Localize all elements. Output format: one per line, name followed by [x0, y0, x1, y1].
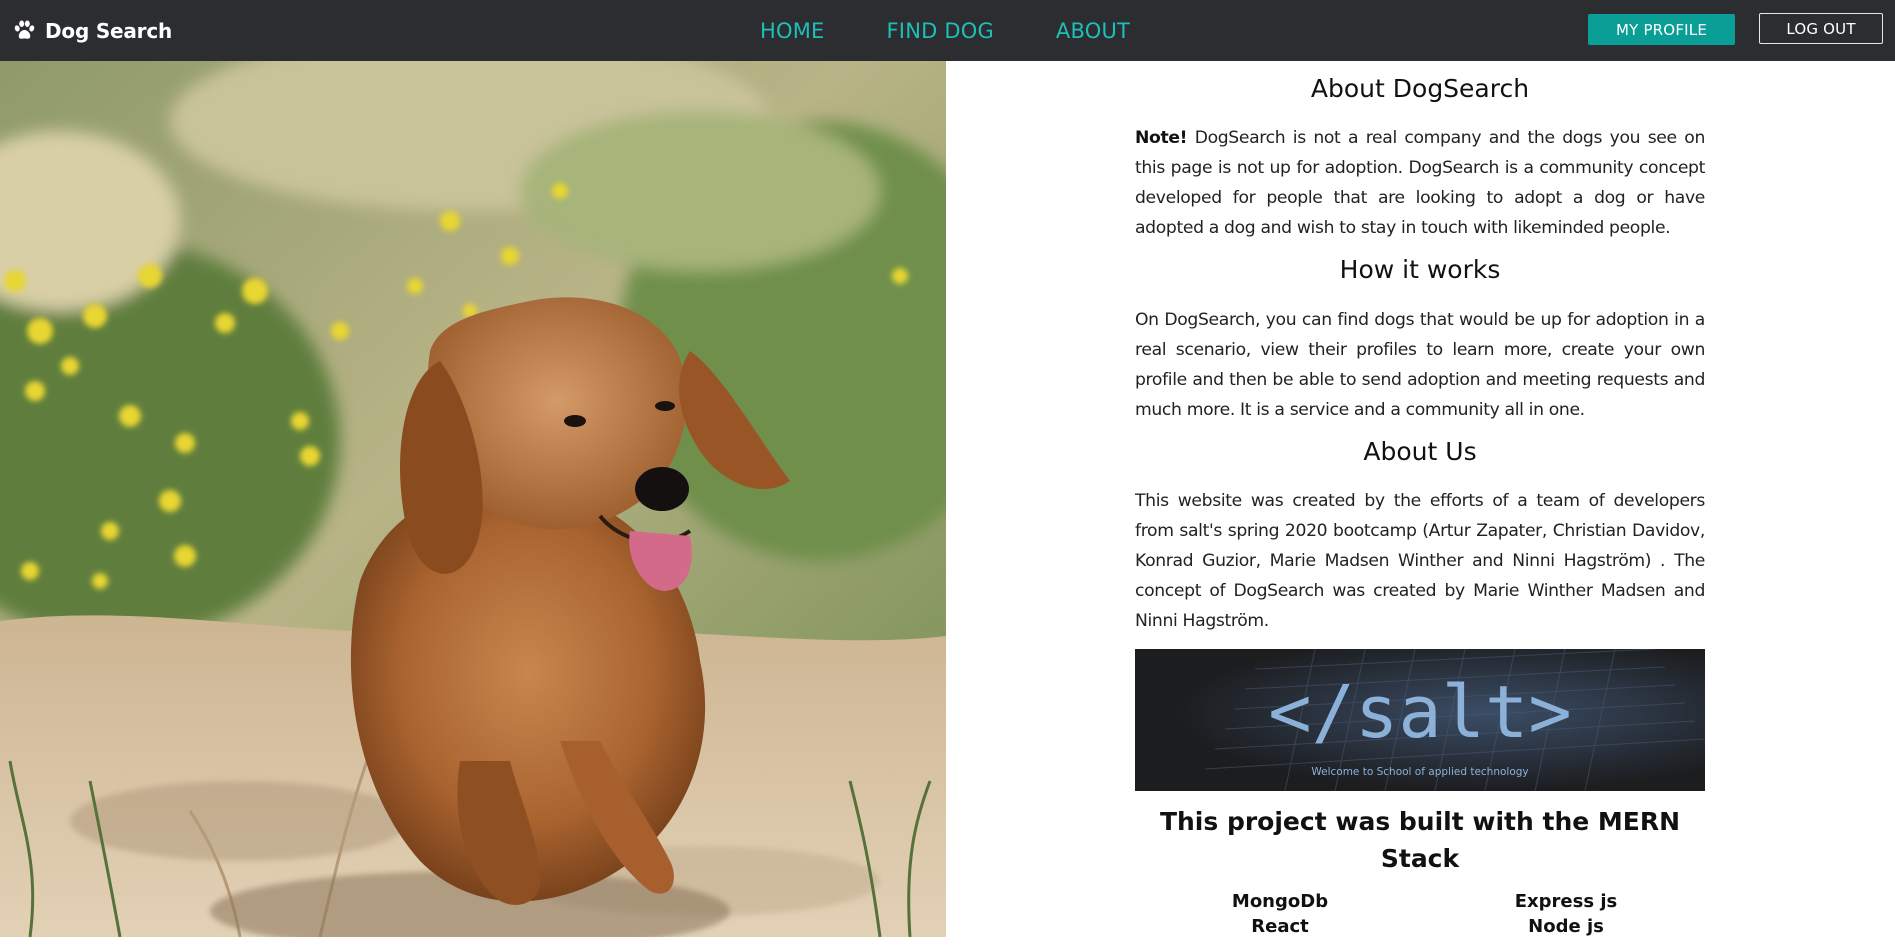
mern-heading: This project was built with the MERN Sta… — [1159, 807, 1681, 873]
how-it-works-heading: How it works — [1339, 255, 1501, 284]
nav-link-find-dog[interactable]: FIND DOG — [887, 19, 994, 43]
dog-photo — [0, 61, 946, 937]
top-navbar: Dog Search HOME FIND DOG ABOUT MY PROFIL… — [0, 0, 1895, 61]
about-us-text: This website was created by the efforts … — [1135, 491, 1705, 631]
note-text: DogSearch is not a real company and the … — [1135, 128, 1705, 238]
tech-stack-list: MongoDb Express js React Node js — [1135, 891, 1705, 951]
main-nav: HOME FIND DOG ABOUT — [760, 0, 1130, 61]
log-out-button[interactable]: LOG OUT — [1759, 13, 1883, 44]
about-dogsearch-heading: About DogSearch — [1310, 74, 1530, 103]
salt-logo-text: </salt> — [1268, 670, 1571, 754]
about-us-heading: About Us — [1363, 437, 1477, 466]
how-it-works-text: On DogSearch, you can find dogs that wou… — [1135, 310, 1705, 420]
my-profile-button[interactable]: MY PROFILE — [1588, 14, 1735, 45]
nav-link-home[interactable]: HOME — [760, 19, 825, 43]
tech-react: React — [1251, 916, 1309, 937]
note-label: Note! — [1135, 128, 1188, 148]
nav-link-about[interactable]: ABOUT — [1056, 19, 1130, 43]
brand-name: Dog Search — [45, 18, 173, 43]
salt-tagline: Welcome to School of applied technology — [1311, 766, 1528, 778]
salt-logo-banner: </salt> Welcome to School of applied tec… — [1135, 649, 1705, 791]
tech-express: Express js — [1514, 891, 1618, 912]
paw-icon — [12, 18, 37, 43]
tech-node: Node js — [1528, 916, 1604, 937]
about-dogsearch-text: Note! DogSearch is not a real company an… — [1135, 123, 1705, 243]
tech-mongodb: MongoDb — [1231, 891, 1329, 912]
brand-home-link[interactable]: Dog Search — [12, 0, 172, 61]
